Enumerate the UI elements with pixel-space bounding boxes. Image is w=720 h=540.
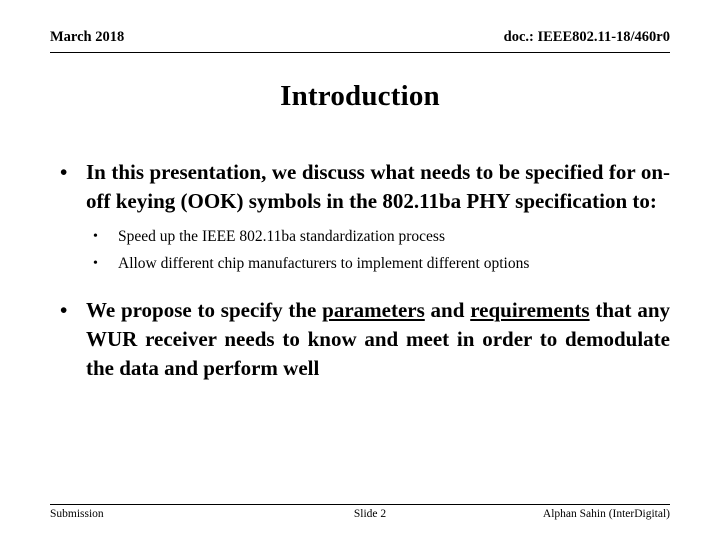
slide-footer: Submission Slide 2 Alphan Sahin (InterDi… — [50, 504, 670, 522]
bullet-text: We propose to specify the parameters and… — [86, 296, 670, 383]
emphasis-parameters: parameters — [322, 298, 425, 322]
header-document-id: doc.: IEEE802.11-18/460r0 — [503, 29, 670, 45]
footer-submission-label: Submission — [50, 508, 104, 520]
bullet-item-secondary-2: • Allow different chip manufacturers to … — [50, 251, 670, 276]
bullet-item-primary-2: • We propose to specify the parameters a… — [50, 296, 670, 383]
bullet-marker-icon: • — [93, 256, 98, 271]
header-date: March 2018 — [50, 29, 125, 45]
bullet-text: Allow different chip manufacturers to im… — [118, 255, 530, 272]
bullet-text: Speed up the IEEE 802.11ba standardizati… — [118, 228, 445, 245]
bullet-marker-icon: • — [93, 229, 98, 244]
slide-body: • In this presentation, we discuss what … — [50, 158, 670, 389]
page-title: Introduction — [280, 80, 440, 112]
bullet-text-segment: and — [424, 298, 471, 322]
bullet-marker-icon: • — [60, 160, 68, 184]
bullet-text: In this presentation, we discuss what ne… — [86, 160, 670, 213]
emphasis-requirements: requirements — [470, 298, 590, 322]
bullet-item-secondary-1: • Speed up the IEEE 802.11ba standardiza… — [50, 224, 670, 249]
footer-author: Alphan Sahin (InterDigital) — [542, 508, 670, 520]
slide: March 2018 doc.: IEEE802.11-18/460r0 Int… — [0, 0, 720, 540]
footer-slide-number: Slide 2 — [353, 508, 387, 520]
bullet-text-segment: We propose to specify the — [86, 298, 323, 322]
sub-bullet-list: • Speed up the IEEE 802.11ba standardiza… — [50, 224, 670, 276]
bullet-marker-icon: • — [60, 298, 68, 322]
bullet-item-primary-1: • In this presentation, we discuss what … — [50, 158, 670, 216]
slide-header: March 2018 doc.: IEEE802.11-18/460r0 — [50, 28, 670, 53]
